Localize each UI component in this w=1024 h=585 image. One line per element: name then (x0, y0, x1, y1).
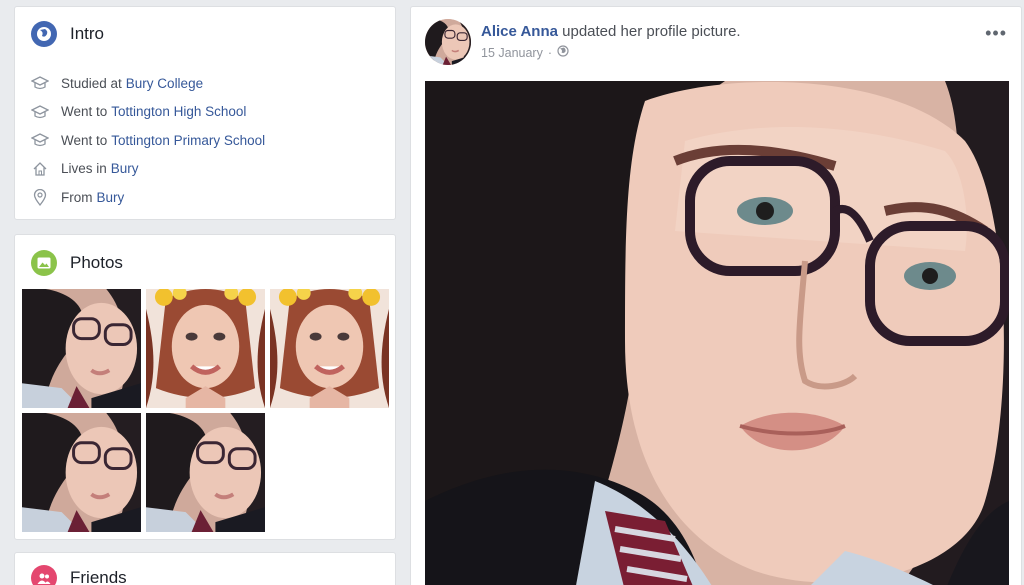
graduation-cap-icon (29, 131, 51, 149)
photo-thumbnail[interactable] (146, 413, 265, 532)
intro-card: Intro Studied at Bury College Went to To… (14, 6, 396, 220)
photo-thumbnail[interactable] (22, 413, 141, 532)
home-icon (29, 160, 51, 178)
post-meta: Alice Anna updated her profile picture. … (481, 23, 741, 65)
intro-item-link[interactable]: Bury (111, 161, 139, 176)
avatar[interactable] (425, 19, 471, 65)
intro-item-prefix: Went to (61, 104, 108, 120)
location-pin-icon (29, 188, 51, 206)
intro-item-education: Studied at Bury College (29, 69, 265, 98)
photos-title[interactable]: Photos (70, 253, 123, 273)
photos-icon (31, 250, 57, 276)
author-name[interactable]: Alice Anna (481, 23, 558, 40)
globe-icon (31, 21, 57, 47)
intro-item-link[interactable]: Bury (97, 190, 125, 205)
photos-header: Photos (31, 250, 123, 276)
intro-item-hometown: From Bury (29, 183, 265, 212)
photo-thumbnail[interactable] (146, 289, 265, 408)
photo-thumbnail[interactable] (270, 289, 389, 408)
intro-title: Intro (70, 24, 105, 43)
profile-picture-photo[interactable] (425, 81, 1009, 585)
post-card: Alice Anna updated her profile picture. … (410, 6, 1022, 585)
globe-icon[interactable] (557, 45, 569, 60)
intro-item-prefix: From (61, 189, 93, 205)
graduation-cap-icon (29, 74, 51, 92)
intro-item-education: Went to Tottington Primary School (29, 126, 265, 155)
post-headline: Alice Anna updated her profile picture. (481, 23, 741, 40)
graduation-cap-icon (29, 103, 51, 121)
photo-thumbnail[interactable] (22, 289, 141, 408)
friends-icon (31, 565, 57, 585)
intro-item-education: Went to Tottington High School (29, 98, 265, 127)
post-date[interactable]: 15 January (481, 46, 543, 60)
post-subline: 15 January · (481, 45, 741, 60)
post-action: updated her profile picture. (562, 23, 741, 40)
intro-item-prefix: Went to (61, 132, 108, 148)
photos-card: Photos (14, 234, 396, 540)
intro-item-link[interactable]: Tottington High School (111, 104, 246, 119)
separator: · (547, 45, 553, 60)
more-options-button[interactable]: ••• (985, 23, 1007, 44)
intro-list: Studied at Bury College Went to Tottingt… (29, 69, 265, 212)
friends-header: Friends (31, 565, 127, 585)
intro-item-link[interactable]: Bury College (126, 76, 203, 91)
post-header: Alice Anna updated her profile picture. … (425, 19, 741, 65)
intro-item-residence: Lives in Bury (29, 155, 265, 184)
intro-item-link[interactable]: Tottington Primary School (111, 133, 265, 148)
friends-card: Friends (14, 552, 396, 585)
intro-header: Intro (31, 21, 104, 47)
intro-item-prefix: Studied at (61, 75, 122, 91)
intro-item-prefix: Lives in (61, 161, 107, 177)
friends-title[interactable]: Friends (70, 568, 127, 585)
